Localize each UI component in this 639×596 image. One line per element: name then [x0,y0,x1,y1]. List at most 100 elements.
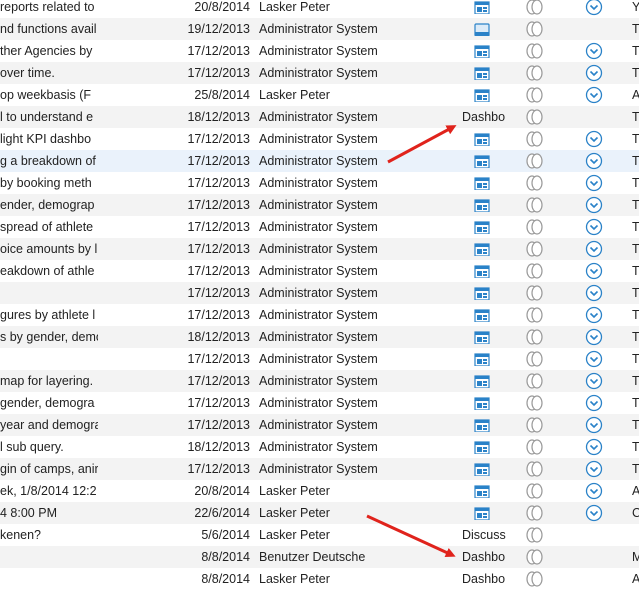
dashboard-icon[interactable] [474,374,490,388]
dashboard-icon[interactable] [474,308,490,322]
chevron-down-icon[interactable] [585,86,603,104]
chevron-down-icon[interactable] [585,438,603,456]
favorite-toggle-icon[interactable] [525,351,545,367]
dashboard-icon[interactable] [474,506,490,520]
table-row[interactable]: 17/12/2013 Administrator System T [0,348,639,370]
chevron-down-icon[interactable] [585,350,603,368]
chevron-down-icon[interactable] [585,130,603,148]
favorite-toggle-icon[interactable] [525,131,545,147]
favorite-toggle-icon[interactable] [525,21,545,37]
table-row[interactable]: map for layering. 17/12/2013 Administrator… [0,370,639,392]
dashboard-icon[interactable] [474,66,490,80]
table-row[interactable]: over time. 17/12/2013 Administrator System… [0,62,639,84]
chevron-down-icon[interactable] [585,306,603,324]
dashboard-icon[interactable] [474,396,490,410]
favorite-toggle-icon[interactable] [525,461,545,477]
favorite-toggle-icon[interactable] [525,109,545,125]
favorite-toggle-icon[interactable] [525,439,545,455]
favorite-toggle-icon[interactable] [525,329,545,345]
table-row[interactable]: l to understand e 18/12/2013 Administrator… [0,106,639,128]
dashboard-icon[interactable] [474,484,490,498]
favorite-toggle-icon[interactable] [525,527,545,543]
chevron-down-icon[interactable] [585,482,603,500]
table-row[interactable]: gender, demogra 17/12/2013 Administrator S… [0,392,639,414]
dashboard-icon[interactable] [474,352,490,366]
dashboard-icon[interactable] [474,0,490,14]
table-row[interactable]: l sub query. 18/12/2013 Administrator Syst… [0,436,639,458]
table-row[interactable]: 8/8/2014 Benutzer Deutsche Dashbo M [0,546,639,568]
favorite-toggle-icon[interactable] [525,0,545,15]
table-row[interactable]: g a breakdown of 17/12/2013 Administrator … [0,150,639,172]
favorite-toggle-icon[interactable] [525,87,545,103]
dashboard-icon[interactable] [474,462,490,476]
dashboard-icon[interactable] [474,44,490,58]
table-row[interactable]: ther Agencies by 17/12/2013 Administrator … [0,40,639,62]
table-row[interactable]: eakdown of athle 17/12/2013 Administrator … [0,260,639,282]
table-row[interactable]: spread of athlete 17/12/2013 Administrator… [0,216,639,238]
chevron-down-icon[interactable] [585,240,603,258]
favorite-toggle-icon[interactable] [525,395,545,411]
favorite-toggle-icon[interactable] [525,417,545,433]
dashboard-icon[interactable] [474,330,490,344]
chevron-down-icon[interactable] [585,328,603,346]
table-row[interactable]: 8/8/2014 Lasker Peter Dashbo A [0,568,639,590]
favorite-toggle-icon[interactable] [525,43,545,59]
chevron-down-icon[interactable] [585,284,603,302]
chevron-down-icon[interactable] [585,64,603,82]
favorite-toggle-icon[interactable] [525,219,545,235]
table-row[interactable]: nd functions avail 19/12/2013 Administrato… [0,18,639,40]
dashboard-icon[interactable] [474,154,490,168]
chevron-down-icon[interactable] [585,152,603,170]
dashboard-icon[interactable] [474,220,490,234]
favorite-toggle-icon[interactable] [525,65,545,81]
table-row[interactable]: 4 8:00 PM 22/6/2014 Lasker Peter C [0,502,639,524]
dashboard-icon[interactable] [474,286,490,300]
table-row[interactable]: 17/12/2013 Administrator System T [0,282,639,304]
table-row[interactable]: gures by athlete l 17/12/2013 Administrato… [0,304,639,326]
dashboard-icon[interactable] [474,418,490,432]
chevron-down-icon[interactable] [585,394,603,412]
row-description: light KPI dashbo [0,132,92,146]
table-row[interactable]: kenen? 5/6/2014 Lasker Peter Discuss [0,524,639,546]
table-row[interactable]: s by gender, demo 18/12/2013 Administrator… [0,326,639,348]
table-row[interactable]: by booking meth 17/12/2013 Administrator S… [0,172,639,194]
chevron-down-icon[interactable] [585,372,603,390]
table-row[interactable]: oice amounts by l 17/12/2013 Administrator… [0,238,639,260]
favorite-toggle-icon[interactable] [525,263,545,279]
favorite-toggle-icon[interactable] [525,175,545,191]
table-row[interactable]: year and demogra 17/12/2013 Administrator … [0,414,639,436]
chevron-down-icon[interactable] [585,174,603,192]
favorite-toggle-icon[interactable] [525,549,545,565]
favorite-toggle-icon[interactable] [525,241,545,257]
dashboard-icon[interactable] [474,198,490,212]
window-icon[interactable] [474,22,490,36]
table-row[interactable]: light KPI dashbo 17/12/2013 Administrator … [0,128,639,150]
chevron-down-icon[interactable] [585,262,603,280]
table-row[interactable]: ender, demograp 17/12/2013 Administrator S… [0,194,639,216]
dashboard-icon[interactable] [474,88,490,102]
chevron-down-icon[interactable] [585,460,603,478]
dashboard-icon[interactable] [474,440,490,454]
chevron-down-icon[interactable] [585,42,603,60]
favorite-toggle-icon[interactable] [525,483,545,499]
table-row[interactable]: gin of camps, anir 17/12/2013 Administrato… [0,458,639,480]
favorite-toggle-icon[interactable] [525,285,545,301]
chevron-down-icon[interactable] [585,218,603,236]
favorite-toggle-icon[interactable] [525,153,545,169]
favorite-toggle-icon[interactable] [525,373,545,389]
dashboard-icon[interactable] [474,132,490,146]
chevron-down-icon[interactable] [585,0,603,16]
chevron-down-icon[interactable] [585,504,603,522]
dashboard-icon[interactable] [474,242,490,256]
dashboard-icon[interactable] [474,264,490,278]
table-row[interactable]: op weekbasis (F 25/8/2014 Lasker Peter A [0,84,639,106]
dashboard-icon[interactable] [474,176,490,190]
table-row[interactable]: reports related to 20/8/2014 Lasker Peter Y [0,0,639,18]
favorite-toggle-icon[interactable] [525,571,545,587]
chevron-down-icon[interactable] [585,416,603,434]
table-row[interactable]: ek, 1/8/2014 12:2 20/8/2014 Lasker Peter A [0,480,639,502]
favorite-toggle-icon[interactable] [525,505,545,521]
favorite-toggle-icon[interactable] [525,307,545,323]
favorite-toggle-icon[interactable] [525,197,545,213]
chevron-down-icon[interactable] [585,196,603,214]
